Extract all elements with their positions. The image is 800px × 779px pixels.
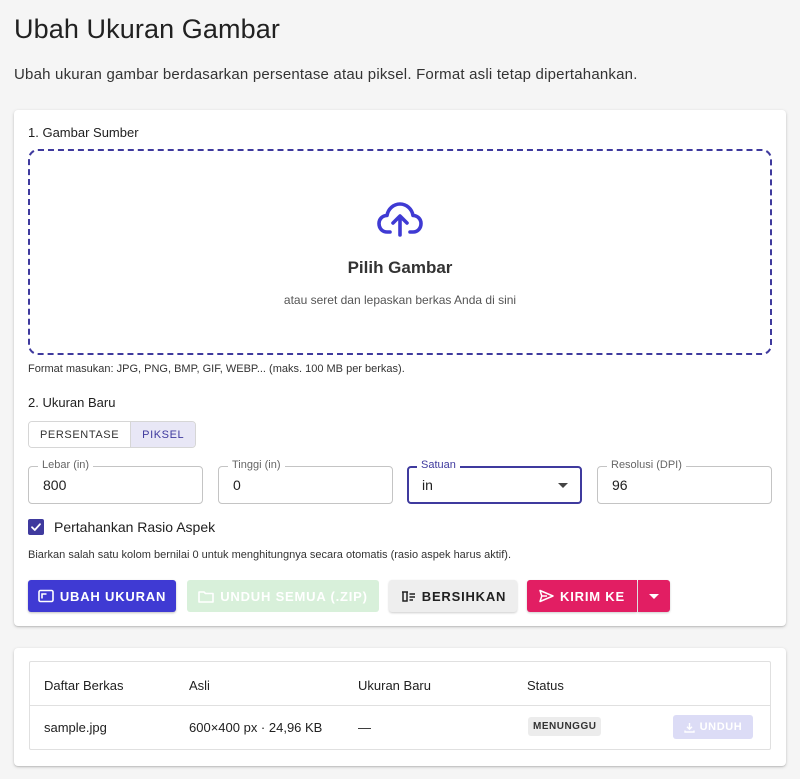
clear-button-label: BERSIHKAN xyxy=(421,588,507,604)
dpi-field[interactable]: Resolusi (DPI) 96 xyxy=(597,459,772,504)
column-header: Daftar Berkas xyxy=(44,678,124,693)
column-header: Status xyxy=(527,678,564,693)
page-description: Ubah ukuran gambar berdasarkan persentas… xyxy=(14,66,638,83)
file-name: sample.jpg xyxy=(44,720,107,735)
resize-section-label: 2. Ukuran Baru xyxy=(28,395,116,410)
height-label: Tinggi (in) xyxy=(228,459,285,471)
status-badge: MENUNGGU xyxy=(528,717,602,736)
download-all-button[interactable]: UNDUH SEMUA (.ZIP) xyxy=(187,580,379,612)
height-field[interactable]: Tinggi (in) 0 xyxy=(218,459,393,504)
clear-list-icon xyxy=(401,591,415,602)
file-new-size: — xyxy=(358,720,371,735)
dropzone-subtitle: atau seret dan lepaskan berkas Anda di s… xyxy=(283,293,517,307)
unit-select[interactable]: Satuan in xyxy=(407,459,582,504)
send-to-dropdown-button[interactable] xyxy=(638,580,670,612)
cloud-upload-icon xyxy=(377,202,423,237)
page-title: Ubah Ukuran Gambar xyxy=(14,14,280,44)
send-to-button-label: KIRIM KE xyxy=(560,588,625,604)
table-divider xyxy=(30,705,770,706)
file-table: Daftar Berkas Asli Ukuran Baru Status sa… xyxy=(29,661,771,750)
width-label: Lebar (in) xyxy=(38,459,94,471)
download-file-button-label: UNDUH xyxy=(699,721,743,733)
mode-pixel-button[interactable]: PIKSEL xyxy=(130,422,196,447)
formats-hint: Format masukan: JPG, PNG, BMP, GIF, WEBP… xyxy=(28,363,405,375)
zero-hint: Biarkan salah satu kolom bernilai 0 untu… xyxy=(28,549,512,561)
chevron-down-icon[interactable] xyxy=(558,483,568,488)
dpi-value[interactable]: 96 xyxy=(612,477,628,493)
column-header: Ukuran Baru xyxy=(358,678,431,693)
resize-button[interactable]: UBAH UKURAN xyxy=(28,580,176,612)
width-field[interactable]: Lebar (in) 800 xyxy=(28,459,203,504)
resize-mode-toggle: PERSENTASE PIKSEL xyxy=(28,421,197,448)
height-value[interactable]: 0 xyxy=(233,477,241,493)
dropzone-title: Pilih Gambar xyxy=(347,258,453,277)
clear-button[interactable]: BERSIHKAN xyxy=(389,580,517,612)
unit-label: Satuan xyxy=(417,459,460,471)
mode-percent-button[interactable]: PERSENTASE xyxy=(29,422,131,447)
file-original-size: 600×400 px · 24,96 KB xyxy=(189,720,323,735)
dpi-label: Resolusi (DPI) xyxy=(607,459,686,471)
send-icon xyxy=(539,589,554,603)
folder-download-icon xyxy=(198,590,215,603)
download-all-button-label: UNDUH SEMUA (.ZIP) xyxy=(220,588,368,604)
keep-ratio-checkbox[interactable] xyxy=(28,519,44,535)
unit-value[interactable]: in xyxy=(422,477,433,493)
chevron-down-icon xyxy=(649,593,659,599)
image-dropzone[interactable]: Pilih Gambar atau seret dan lepaskan ber… xyxy=(28,149,772,355)
send-to-button[interactable]: KIRIM KE xyxy=(527,580,637,612)
download-icon xyxy=(683,722,695,733)
source-section-label: 1. Gambar Sumber xyxy=(28,125,139,140)
column-header: Asli xyxy=(189,678,210,693)
checkmark-icon xyxy=(31,523,41,531)
width-value[interactable]: 800 xyxy=(43,477,66,493)
image-resize-icon xyxy=(38,589,54,603)
keep-ratio-row: Pertahankan Rasio Aspek xyxy=(28,519,215,535)
resize-button-label: UBAH UKURAN xyxy=(59,588,167,604)
download-file-button[interactable]: UNDUH xyxy=(673,715,753,739)
resize-card: 1. Gambar Sumber Pilih Gambar atau seret… xyxy=(14,110,786,626)
keep-ratio-label: Pertahankan Rasio Aspek xyxy=(54,519,216,535)
file-list-card: Daftar Berkas Asli Ukuran Baru Status sa… xyxy=(14,648,786,766)
